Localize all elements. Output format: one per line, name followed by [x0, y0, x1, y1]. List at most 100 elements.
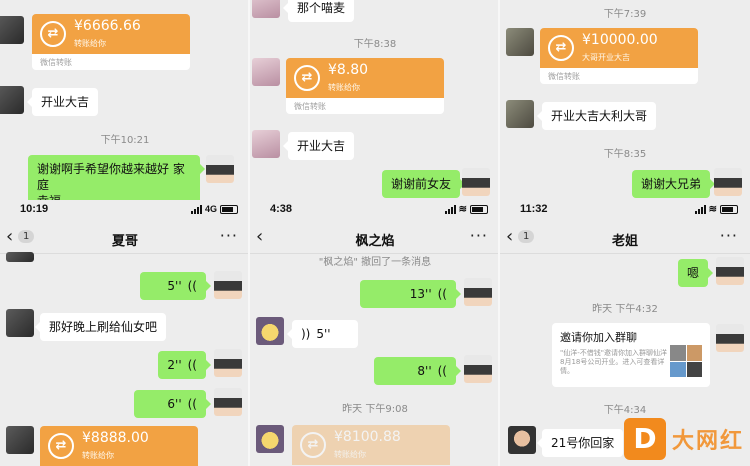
chat-title: 枫之焰	[355, 234, 395, 249]
status-icons: ≋	[444, 204, 488, 215]
voice-message[interactable]: 6'' ((	[134, 390, 211, 418]
avatar[interactable]	[0, 16, 24, 44]
voice-wave-icon: ((	[437, 364, 447, 378]
message-bubble[interactable]: 开业大吉	[282, 132, 355, 160]
avatar[interactable]	[716, 257, 744, 285]
more-icon[interactable]: ···	[220, 226, 238, 245]
avatar[interactable]	[508, 426, 536, 454]
avatar[interactable]	[252, 58, 280, 86]
timestamp: 下午8:35	[603, 149, 647, 160]
chat-panel-bottom-mid: 4:38 ≋ ‹ 枫之焰 ··· "枫之焰" 撤回了一条消息 13'' (( )…	[250, 200, 500, 466]
status-icons: 4G	[190, 204, 238, 214]
avatar[interactable]	[714, 168, 742, 196]
battery-icon	[470, 205, 488, 214]
avatar[interactable]	[462, 168, 490, 196]
voice-message[interactable]: )) 5''	[287, 320, 358, 348]
transfer-card[interactable]: ⇄ ¥8888.00 转账给你	[40, 426, 198, 466]
avatar[interactable]	[214, 349, 242, 377]
message-bubble[interactable]: 开业大吉	[26, 88, 99, 116]
transfer-note: 转账给你	[328, 83, 360, 92]
avatar[interactable]	[214, 388, 242, 416]
transfer-amount: ¥10000.00	[582, 32, 658, 48]
avatar[interactable]	[716, 324, 744, 352]
transfer-note: 大哥开业大吉	[582, 53, 630, 62]
message-line: 谢谢啊手希望你越来越好 家庭	[37, 162, 185, 192]
group-invite-card[interactable]: 邀请你加入群聊 "仙洋-不借钱"邀请你加入群聊仙洋8月18号公司开业。进入可查看…	[552, 323, 710, 387]
transfer-icon: ⇄	[40, 21, 66, 47]
voice-wave-icon: ((	[437, 287, 447, 301]
avatar[interactable]	[252, 0, 280, 18]
avatar[interactable]	[6, 309, 34, 337]
more-icon[interactable]: ···	[470, 226, 488, 245]
status-bar: 11:32 ≋	[500, 200, 750, 220]
voice-wave-icon: ((	[187, 397, 197, 411]
message-bubble[interactable]: 那好晚上刷给仙女吧	[34, 313, 167, 341]
signal-icon	[444, 205, 456, 214]
avatar[interactable]	[464, 278, 492, 306]
recall-notice: "枫之焰" 撤回了一条消息	[318, 257, 432, 268]
status-time: 11:32	[520, 203, 548, 215]
avatar[interactable]	[214, 271, 242, 299]
message-bubble[interactable]: 21号你回家	[536, 429, 624, 457]
transfer-icon: ⇄	[294, 65, 320, 91]
transfer-card[interactable]: ⇄ ¥6666.66 转账给你 微信转账	[32, 14, 190, 70]
transfer-note: 转账给你	[82, 451, 114, 460]
status-bar: 4:38 ≋	[250, 200, 500, 220]
avatar[interactable]	[256, 425, 284, 453]
message-bubble[interactable]: 谢谢大兄弟	[632, 170, 716, 198]
chat-panel-bottom-left: 10:19 4G ‹ 1 夏哥 ··· 5'' (( 那好晚上刷给仙女吧 2''…	[0, 200, 250, 466]
message-bubble[interactable]: 开业大吉大利大哥	[536, 102, 657, 130]
chat-title: 夏哥	[111, 234, 138, 249]
message-bubble[interactable]: 谢谢前女友	[382, 170, 466, 198]
avatar[interactable]	[506, 100, 534, 128]
voice-duration: 5''	[167, 279, 182, 293]
status-time: 4:38	[270, 203, 293, 215]
voice-message[interactable]: 8'' ((	[374, 357, 461, 385]
group-avatar-icon	[670, 345, 702, 377]
group-invite-title: 邀请你加入群聊	[560, 331, 637, 344]
transfer-note: 转账给你	[334, 450, 366, 459]
message-bubble[interactable]: 嗯	[678, 259, 714, 287]
avatar[interactable]	[6, 252, 34, 262]
chat-panel-top-mid: 那个喵麦 下午8:38 ⇄ ¥8.80 转账给你 微信转账 开业大吉 谢谢前女友	[250, 0, 500, 200]
voice-message[interactable]: 2'' ((	[158, 351, 211, 379]
transfer-card[interactable]: ⇄ ¥8.80 转账给你 微信转账	[286, 58, 444, 114]
site-watermark: D 大网红	[623, 418, 744, 460]
timestamp: 下午7:39	[603, 9, 647, 20]
timestamp: 下午10:21	[100, 135, 150, 146]
avatar[interactable]	[256, 317, 284, 345]
transfer-footer: 微信转账	[286, 98, 444, 114]
more-icon[interactable]: ···	[720, 226, 738, 245]
avatar[interactable]	[252, 130, 280, 158]
transfer-card[interactable]: ⇄ ¥8100.88 转账给你	[292, 425, 450, 466]
voice-message[interactable]: 5'' ((	[140, 272, 211, 300]
chat-panel-top-right: 下午7:39 ⇄ ¥10000.00 大哥开业大吉 微信转账 开业大吉大利大哥 …	[500, 0, 750, 200]
divider	[498, 0, 500, 466]
avatar[interactable]	[206, 155, 234, 183]
timestamp: 下午8:38	[353, 39, 397, 50]
message-bubble[interactable]: 谢谢啊手希望你越来越好 家庭 幸福	[28, 155, 205, 200]
transfer-card[interactable]: ⇄ ¥10000.00 大哥开业大吉 微信转账	[540, 28, 698, 84]
voice-wave-icon: ((	[187, 279, 197, 293]
avatar[interactable]	[464, 355, 492, 383]
voice-duration: 5''	[316, 327, 331, 341]
wifi-icon: ≋	[708, 204, 717, 215]
wifi-icon: ≋	[458, 204, 467, 215]
avatar[interactable]	[506, 28, 534, 56]
voice-message[interactable]: 13'' ((	[360, 280, 461, 308]
status-time: 10:19	[20, 203, 49, 215]
chat-panel-top-left: ⇄ ¥6666.66 转账给你 微信转账 开业大吉 下午10:21 谢谢啊手希望…	[0, 0, 250, 200]
avatar[interactable]	[6, 426, 34, 454]
avatar[interactable]	[0, 86, 24, 114]
watermark-logo: D	[623, 418, 666, 460]
transfer-icon: ⇄	[548, 35, 574, 61]
signal-icon	[694, 205, 706, 214]
chat-header: ‹ 1 老姐 ···	[500, 222, 750, 254]
battery-icon	[720, 205, 738, 214]
voice-duration: 6''	[167, 397, 182, 411]
transfer-amount: ¥8100.88	[334, 429, 401, 445]
group-invite-desc: "仙洋-不借钱"邀请你加入群聊仙洋8月18号公司开业。进入可查看详情。	[560, 349, 667, 375]
message-bubble[interactable]: 那个喵麦	[282, 0, 355, 22]
transfer-note: 转账给你	[74, 39, 106, 48]
voice-duration: 8''	[417, 364, 432, 378]
